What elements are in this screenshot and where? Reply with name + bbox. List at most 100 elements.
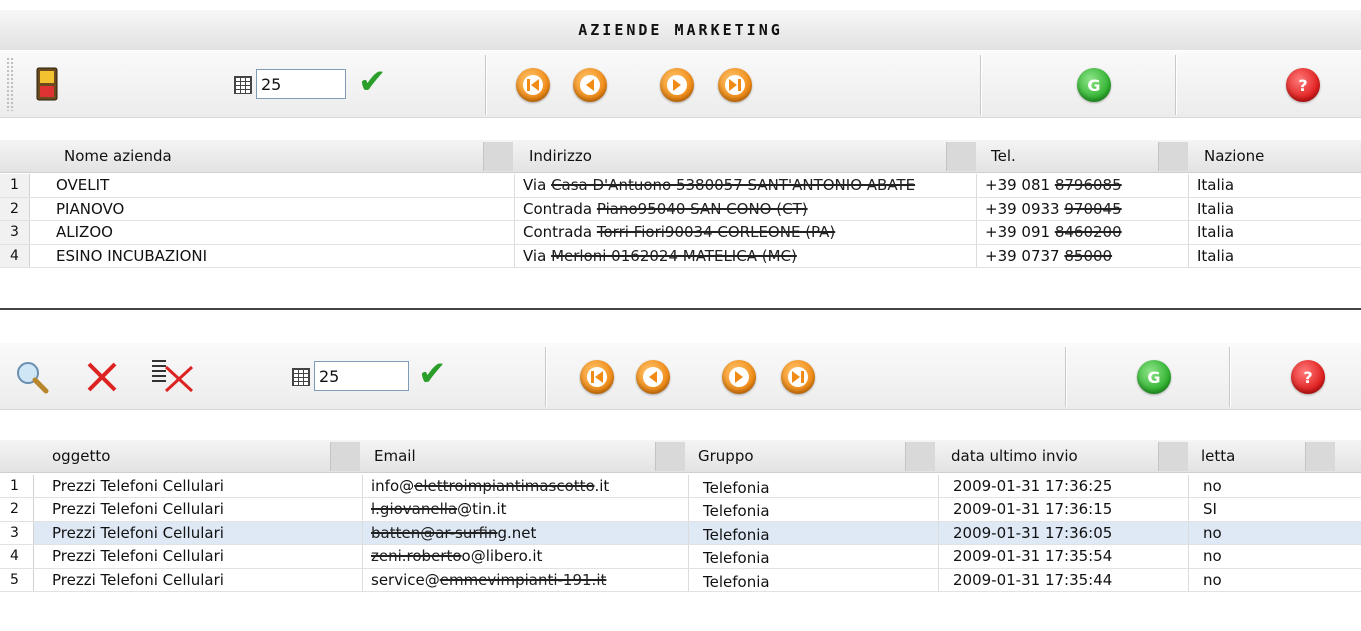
delete-all-icon[interactable] [150,357,196,395]
email-cell: service@emmevimpianti-191.it [362,568,688,591]
help-icon[interactable]: ? [1286,68,1320,102]
group-cell: Telefonia [688,521,938,545]
phone-cell: +39 0737 85000 [976,244,1188,268]
help-icon[interactable]: ? [1291,360,1325,394]
subject-cell: Prezzi Telefoni Cellulari [52,547,224,566]
emails-toolbar: ✔ G ? [0,342,1361,410]
prev-page-icon[interactable] [573,68,607,102]
column-resize-handle[interactable] [1158,142,1188,171]
prev-page-icon[interactable] [636,360,670,394]
first-page-icon[interactable] [580,360,614,394]
group-cell: Telefonia [688,475,938,498]
companies-toolbar: ✔ G ? [0,50,1361,118]
go-icon[interactable]: G [1077,68,1111,102]
table-row[interactable]: 2 Prezzi Telefoni Cellulari l.giovanella@t… [0,498,1361,522]
column-header-tel[interactable]: Tel. [983,140,1016,173]
column-header-data-ultimo-invio[interactable]: data ultimo invio [943,440,1078,473]
last-page-icon[interactable] [718,68,752,102]
address-redacted: Merloni 0162024 MATELICA (MC) [551,246,797,265]
country-cell: Italia [1188,174,1361,197]
table-row[interactable]: 5 Prezzi Telefoni Cellulari service@emmevi… [0,568,1361,592]
date-cell: 2009-01-31 17:36:15 [938,498,1188,521]
help-label: ? [1303,367,1313,387]
phone-cell: +39 091 8460200 [976,221,1188,244]
subject-cell: Prezzi Telefoni Cellulari [52,570,224,589]
table-row[interactable]: 4 Prezzi Telefoni Cellulari zeni.robertoo@… [0,545,1361,569]
column-header-gruppo[interactable]: Gruppo [690,440,754,473]
read-cell: no [1188,545,1338,568]
date-cell: 2009-01-31 17:36:25 [938,475,1188,498]
phone-redacted: 8460200 [1054,223,1122,242]
group-cell: Telefonia [688,545,938,568]
read-cell: SI [1188,498,1338,521]
company-name-cell: ESINO INCUBAZIONI [56,246,208,265]
column-header-nome-azienda[interactable]: Nome azienda [56,140,172,173]
table-row[interactable]: 1 Prezzi Telefoni Cellulari info@elettroim… [0,475,1361,499]
next-page-icon[interactable] [722,360,756,394]
phone-redacted: 970045 [1064,199,1122,218]
column-resize-handle[interactable] [905,442,935,471]
column-header-oggetto[interactable]: oggetto [44,440,110,473]
phone-prefix: +39 0933 [985,199,1065,218]
column-resize-handle[interactable] [946,142,976,171]
row-number: 3 [0,521,34,545]
rows-per-page-input[interactable] [314,361,409,391]
column-resize-handle[interactable] [1158,442,1188,471]
rows-per-page-input[interactable] [256,69,346,99]
address-cell: Via Merloni 0162024 MATELICA (MC) [514,244,976,268]
email-cell: l.giovanella@tin.it [362,498,688,521]
email-suffix: .it [594,477,610,495]
toolbar-grip-icon[interactable] [6,57,14,111]
phone-prefix: +39 081 [985,176,1055,194]
delete-icon[interactable] [84,359,120,395]
column-resize-handle[interactable] [1305,442,1335,471]
column-header-email[interactable]: Email [366,440,416,473]
email-redacted: emmevimpianti-191.it [439,570,607,589]
phone-cell: +39 0933 970045 [976,197,1188,221]
address-prefix: Via [523,246,552,265]
email-cell: info@elettroimpiantimascotto.it [362,475,688,498]
phone-cell: +39 081 8796085 [976,174,1188,197]
date-cell: 2009-01-31 17:36:05 [938,521,1188,545]
go-icon[interactable]: G [1137,360,1171,394]
table-row[interactable]: 1 OVELIT Via Casa D'Antuono 5380057 SANT'A… [0,174,1361,198]
table-row[interactable]: 3 ALIZOO Contrada Torri Fiori90034 CORLEON… [0,221,1361,245]
phone-redacted: 8796085 [1054,176,1122,194]
company-name-cell: PIANOVO [56,199,125,218]
read-cell: no [1188,568,1338,591]
subject-cell: Prezzi Telefoni Cellulari [52,500,224,519]
column-resize-handle[interactable] [330,442,360,471]
save-icon[interactable] [36,67,58,101]
row-number: 3 [0,221,30,244]
row-number: 1 [0,475,34,498]
help-label: ? [1298,75,1308,95]
column-resize-handle[interactable] [483,142,513,171]
search-icon[interactable] [14,359,50,395]
email-redacted: zeni.roberto [371,547,462,566]
table-row[interactable]: 2 PIANOVO Contrada Piano95040 SAN CONO (CT… [0,197,1361,222]
column-header-letta[interactable]: letta [1193,440,1235,473]
address-cell: Contrada Piano95040 SAN CONO (CT) [514,197,976,221]
first-page-icon[interactable] [516,68,550,102]
phone-prefix: +39 091 [985,223,1055,242]
column-header-nazione[interactable]: Nazione [1196,140,1264,173]
address-prefix: Contrada [523,223,597,242]
next-page-icon[interactable] [660,68,694,102]
column-header-indirizzo[interactable]: Indirizzo [521,140,592,173]
confirm-check-icon[interactable]: ✔ [358,65,387,99]
last-page-icon[interactable] [781,360,815,394]
rows-per-page-icon [292,368,310,386]
phone-redacted: 85000 [1064,246,1113,265]
email-suffix: @tin.it [457,500,507,519]
group-cell: Telefonia [688,568,938,591]
confirm-check-icon[interactable]: ✔ [418,357,447,391]
email-prefix: info@ [371,477,415,495]
emails-table-header: oggetto Email Gruppo data ultimo invio l… [0,440,1361,473]
email-suffix: g.net [497,523,537,542]
row-number: 4 [0,244,30,268]
table-row[interactable]: 4 ESINO INCUBAZIONI Via Merloni 0162024 MA… [0,244,1361,269]
column-resize-handle[interactable] [655,442,685,471]
go-label: G [1087,75,1101,95]
table-row[interactable]: 3 Prezzi Telefoni Cellulari batten@ar-surf… [0,521,1361,546]
email-redacted: batten@ar-surfin [371,523,498,542]
